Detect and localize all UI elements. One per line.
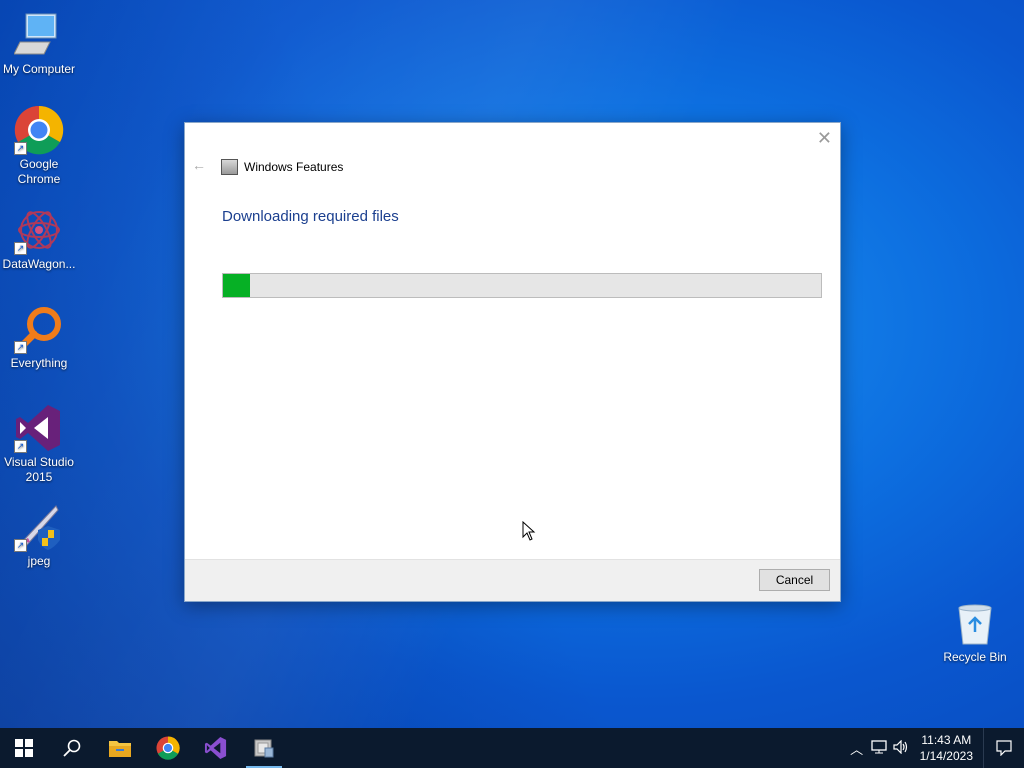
recycle-bin-label: Recycle Bin xyxy=(943,650,1007,664)
file-explorer-icon xyxy=(109,741,131,757)
close-icon[interactable]: ✕ xyxy=(817,128,832,149)
windows-features-icon xyxy=(254,739,274,758)
jpeg-icon: ↗ xyxy=(14,502,64,552)
windows-features-dialog: ✕ ← Windows Features Downloading require… xyxy=(184,122,841,602)
taskbar-chrome[interactable] xyxy=(144,728,192,768)
taskbar: ︿ 11:43 AM 1/14/2023 xyxy=(0,728,1024,768)
search-button[interactable] xyxy=(48,728,96,768)
desktop-icon-recycle-bin[interactable]: Recycle Bin xyxy=(938,602,1012,664)
desktop-icon-my-computer[interactable]: My Computer xyxy=(0,10,78,77)
progress-fill xyxy=(223,274,250,297)
search-icon xyxy=(63,739,81,757)
clock-time: 11:43 AM xyxy=(921,733,972,747)
status-heading: Downloading required files xyxy=(222,208,399,225)
desktop-icon-google-chrome[interactable]: ↗ Google Chrome xyxy=(0,105,78,187)
dialog-title: Windows Features xyxy=(221,159,343,175)
desktop-icon-visual-studio[interactable]: ↗ Visual Studio 2015 xyxy=(0,403,78,485)
cancel-button[interactable]: Cancel xyxy=(759,569,830,591)
chrome-icon: ↗ xyxy=(14,105,64,155)
chevron-up-icon[interactable]: ︿ xyxy=(846,739,868,758)
chrome-icon xyxy=(156,736,180,760)
start-icon xyxy=(15,739,33,757)
dialog-title-text: Windows Features xyxy=(244,160,344,174)
shortcut-arrow-icon: ↗ xyxy=(14,341,27,354)
desktop-icon-label: Everything xyxy=(10,356,68,370)
desktop-icon-everything[interactable]: ↗ Everything xyxy=(0,304,78,371)
taskbar-visual-studio[interactable] xyxy=(192,728,240,768)
desktop-icon-label: DataWagon... xyxy=(2,257,76,271)
computer-icon xyxy=(13,10,64,60)
desktop-icon-datawagon[interactable]: ↗ DataWagon... xyxy=(0,205,78,272)
network-icon[interactable] xyxy=(868,739,890,757)
visual-studio-icon: ↗ xyxy=(14,403,64,453)
dialog-footer: Cancel xyxy=(185,559,840,601)
volume-icon[interactable] xyxy=(890,739,912,757)
shortcut-arrow-icon: ↗ xyxy=(14,440,27,453)
clock-date: 1/14/2023 xyxy=(919,749,973,763)
shortcut-arrow-icon: ↗ xyxy=(14,242,27,255)
mouse-cursor-icon xyxy=(522,520,536,546)
recycle-bin-icon xyxy=(955,602,995,646)
datawagon-icon: ↗ xyxy=(14,205,64,255)
desktop-icon-label: My Computer xyxy=(2,62,76,76)
taskbar-clock[interactable]: 11:43 AM 1/14/2023 xyxy=(920,732,973,764)
notification-icon xyxy=(996,740,1012,756)
system-tray: ︿ 11:43 AM 1/14/2023 xyxy=(846,728,1024,768)
taskbar-file-explorer[interactable] xyxy=(96,728,144,768)
desktop-icon-label: Visual Studio 2015 xyxy=(4,455,74,484)
back-arrow-icon[interactable]: ← xyxy=(192,157,206,173)
desktop-icon-label: jpeg xyxy=(27,554,51,568)
windows-features-icon xyxy=(221,159,238,175)
download-progress-bar xyxy=(222,273,822,298)
taskbar-windows-features[interactable] xyxy=(240,728,288,768)
everything-search-icon: ↗ xyxy=(14,304,64,354)
visual-studio-icon xyxy=(204,736,227,760)
action-center-button[interactable] xyxy=(983,728,1024,768)
desktop-icon-jpeg[interactable]: ↗ jpeg xyxy=(0,502,78,569)
shortcut-arrow-icon: ↗ xyxy=(14,539,27,552)
start-button[interactable] xyxy=(0,728,48,768)
desktop-icon-label: Google Chrome xyxy=(17,157,61,186)
shortcut-arrow-icon: ↗ xyxy=(14,142,27,155)
